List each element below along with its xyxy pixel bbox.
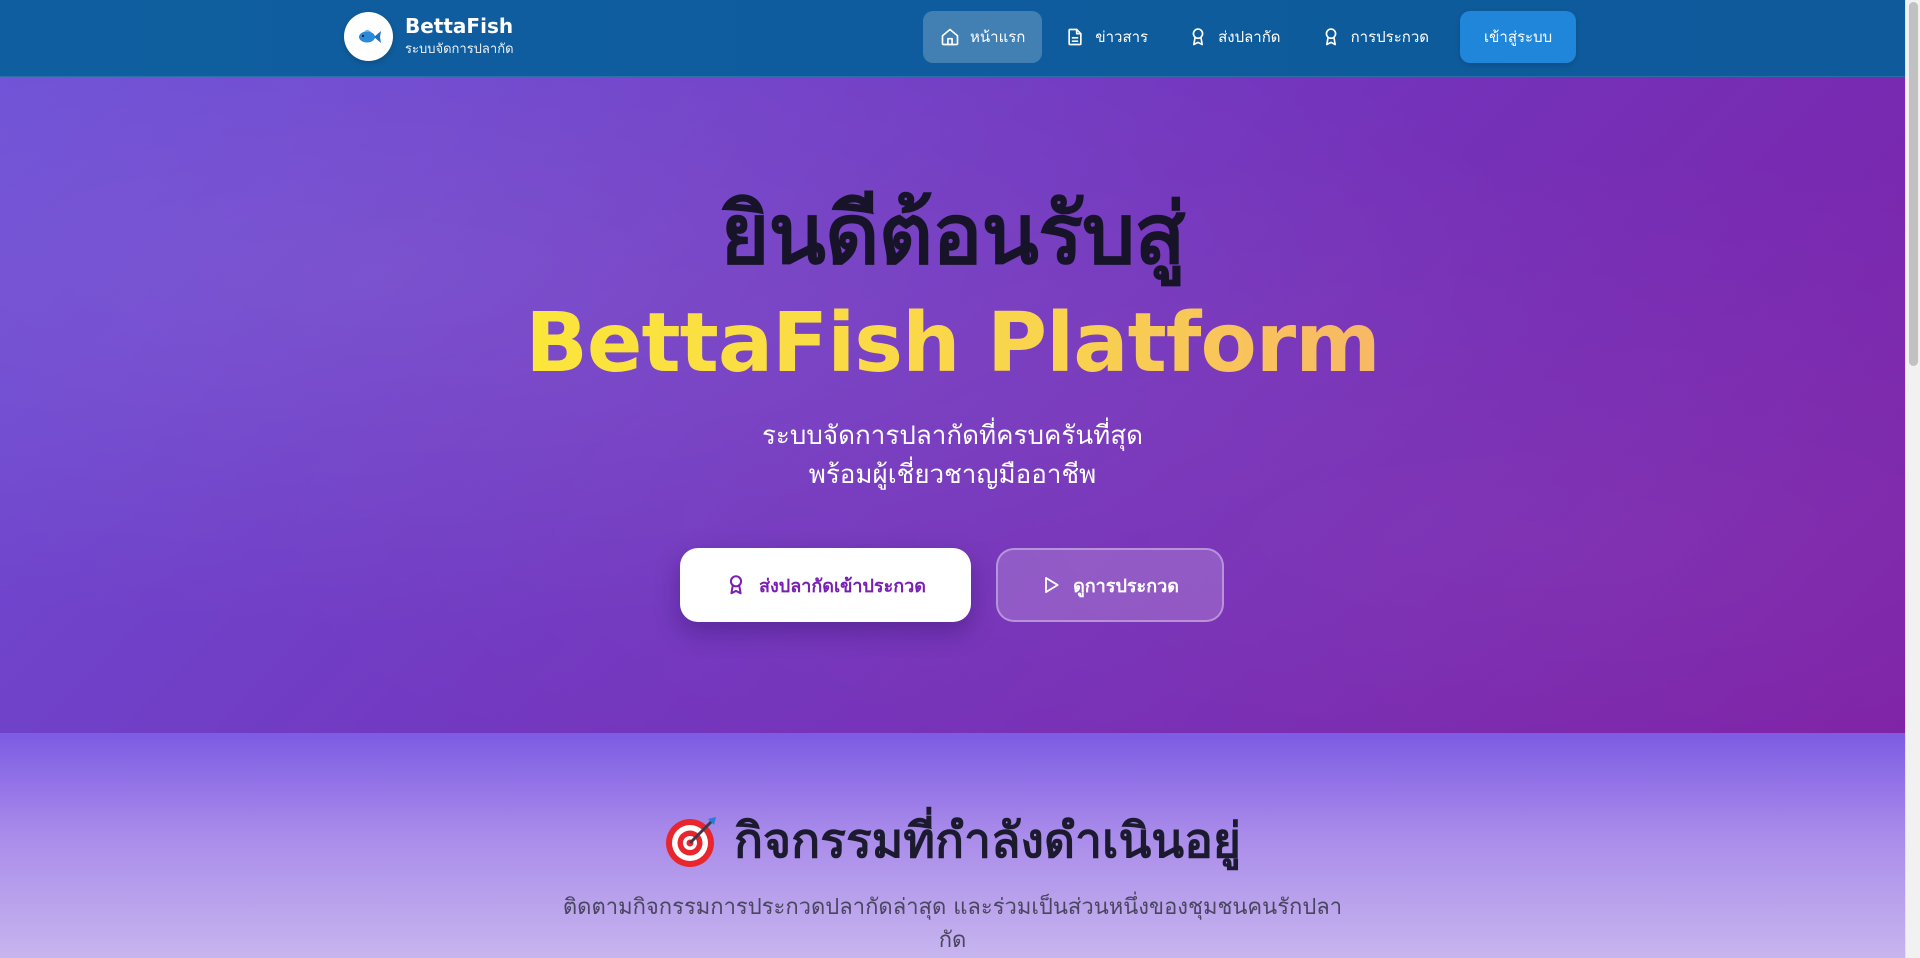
activities-description: ติดตามกิจกรรมการประกวดปลากัดล่าสุด และร่… [562,895,1343,953]
hero-subtitle: ระบบจัดการปลากัดที่ครบครันที่สุด พร้อมผู… [0,417,1905,495]
play-icon [1045,577,1059,593]
activities-title: กิจกรรมที่กำลังดำเนินอยู่ [733,813,1242,869]
page-scrollbar[interactable] [1905,0,1920,958]
nav-label-news: ข่าวสาร [1095,28,1149,46]
hero-title: ยินดีต้อนรับสู่ [720,185,1185,283]
hero-subtitle-line-1: ระบบจัดการปลากัดที่ครบครันที่สุด [761,421,1144,451]
hero-brand-title-text: BettaFish Platform [525,296,1380,391]
main-nav: หน้าแรก ข่าวสาร ส่งปลากัด การประกวด เข้า… [923,11,1577,63]
login-button[interactable]: เข้าสู่ระบบ [1460,11,1577,63]
document-icon [1068,28,1083,46]
hero-subtitle-line-2: พร้อมผู้เชี่ยวชาญมืออาชีพ [808,460,1097,490]
nav-label-contest: การประกวด [1350,28,1430,46]
award-icon [1325,28,1336,46]
nav-item-news[interactable]: ข่าวสาร [1048,11,1165,63]
home-icon [941,28,959,46]
award-icon [729,575,743,595]
hero-brand-title: BettaFish Platform [0,294,1905,394]
nav-label-submit-fish: ส่งปลากัด [1218,28,1281,46]
brand-subtitle: ระบบจัดการปลากัด [405,42,514,57]
view-contest-button-label: ดูการประกวด [1073,575,1179,597]
nav-item-home[interactable]: หน้าแรก [923,11,1043,63]
submit-fish-button-label: ส่งปลากัดเข้าประกวด [759,575,926,597]
nav-label-home: หน้าแรก [970,28,1026,46]
submit-fish-button[interactable]: ส่งปลากัดเข้าประกวด [680,548,971,622]
brand-name: BettaFish [405,14,514,38]
top-navbar: BettaFish ระบบจัดการปลากัด หน้าแรก ข่าวส… [0,0,1905,77]
scrollbar-thumb[interactable] [1909,2,1918,366]
award-icon [1192,28,1204,46]
hero-section: ยินดีต้อนรับสู่ BettaFish Platform ระบบจ… [0,77,1905,733]
brand[interactable]: BettaFish ระบบจัดการปลากัด [344,12,514,61]
fish-icon [344,12,393,61]
activities-heading: กิจกรรมที่กำลังดำเนินอยู่ [0,811,1905,871]
target-icon [665,817,716,867]
nav-item-submit-fish[interactable]: ส่งปลากัด [1171,11,1297,63]
view-contest-button[interactable]: ดูการประกวด [996,548,1224,622]
nav-item-contest[interactable]: การประกวด [1304,11,1446,63]
activities-section: กิจกรรมที่กำลังดำเนินอยู่ ติดตามกิจกรรมก… [0,733,1905,958]
